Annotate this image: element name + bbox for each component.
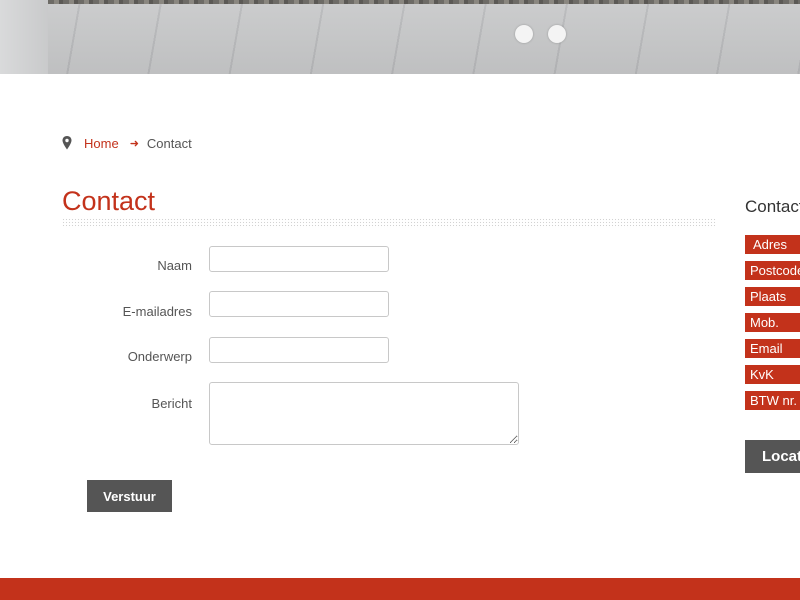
email-input[interactable] [209,291,389,317]
page-title: Contact [62,186,156,216]
onderwerp-input[interactable] [209,337,389,363]
hero-image-detail [48,0,800,4]
slider-dot-2[interactable] [548,25,566,43]
info-label-btw: BTW nr. [745,391,800,410]
hero-left-edge [0,0,48,74]
breadcrumb: Home ➜ Contact [62,134,192,152]
info-label-mob: Mob. [745,313,800,332]
arrow-right-icon: ➜ [129,137,139,150]
breadcrumb-home-link[interactable]: Home [84,136,119,151]
naam-label: Naam [157,258,192,273]
location-button[interactable]: Locatie [745,440,800,473]
footer-bar [0,578,800,600]
slider-dot-1[interactable] [515,25,533,43]
info-label-email: Email [745,339,800,358]
info-label-kvk: KvK [745,365,800,384]
info-label-postcode: Postcode [745,261,800,280]
contact-info-list: Adres Postcode Plaats Mob. Email KvK BTW… [745,235,800,417]
bericht-label: Bericht [151,396,192,411]
bericht-textarea[interactable] [209,382,519,445]
naam-input[interactable] [209,246,389,272]
email-label: E-mailadres [122,304,192,319]
breadcrumb-current: Contact [146,135,192,151]
submit-button[interactable]: Verstuur [87,480,172,512]
sidebar-title: Contact [745,197,800,216]
info-label-plaats: Plaats [745,287,800,306]
info-label-adres: Adres [745,235,800,254]
map-pin-icon [62,136,72,150]
title-divider [62,218,716,228]
hero-image [0,0,800,74]
hero-slider [0,0,800,74]
onderwerp-label: Onderwerp [127,349,192,364]
